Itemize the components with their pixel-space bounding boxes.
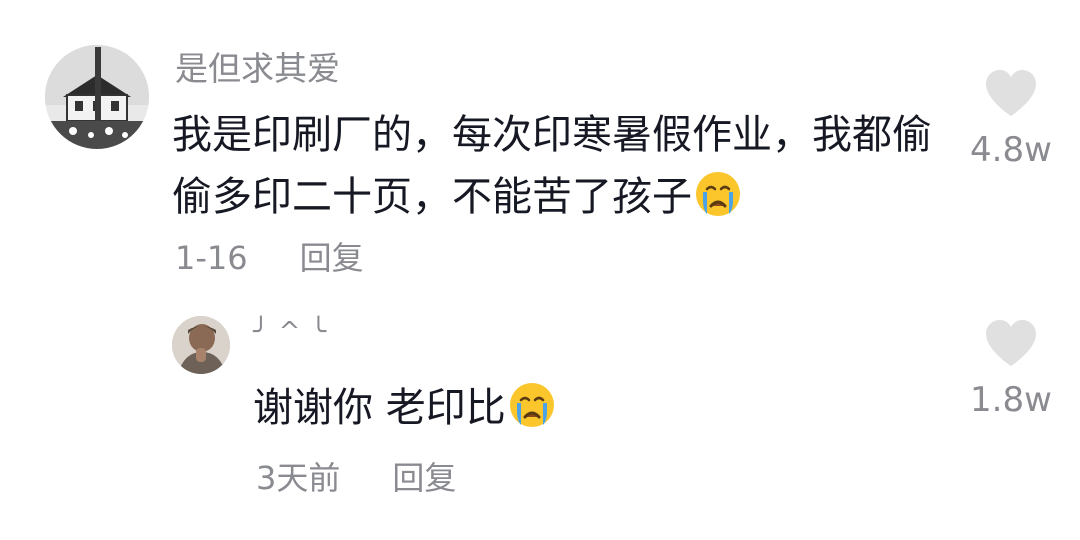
reply-text: 谢谢你 老印比 [253, 378, 556, 438]
comment-date: 1-16 [175, 239, 248, 277]
comment-username[interactable]: 是但求其爱 [175, 47, 340, 91]
heart-icon[interactable] [984, 68, 1038, 118]
comment-meta: 1-16 回复 [175, 236, 364, 280]
reply-like-count: 1.8w [970, 380, 1052, 420]
crying-face-emoji-icon [508, 381, 556, 429]
reply-meta: 3天前 回复 [256, 456, 456, 500]
reply-user-avatar[interactable] [172, 316, 230, 374]
house-photo-icon [45, 45, 149, 149]
reply-date: 3天前 [256, 459, 341, 497]
like-button[interactable]: 4.8w [965, 68, 1057, 170]
reply-text-content: 谢谢你 老印比 [253, 385, 506, 431]
reply-button[interactable]: 回复 [300, 239, 364, 277]
person-photo-icon [172, 316, 230, 374]
reply-username[interactable]: ╯^╰ [253, 314, 336, 350]
heart-icon[interactable] [984, 318, 1038, 368]
comment-text: 我是印刷厂的，每次印寒暑假作业，我都偷偷多印二十页，不能苦了孩子 [172, 104, 932, 228]
reply-button[interactable]: 回复 [392, 459, 456, 497]
crying-face-emoji-icon [694, 170, 742, 218]
comment-text-content: 我是印刷厂的，每次印寒暑假作业，我都偷偷多印二十页，不能苦了孩子 [172, 112, 932, 220]
comment-thread: 是但求其爱 我是印刷厂的，每次印寒暑假作业，我都偷偷多印二十页，不能苦了孩子 1… [0, 0, 1080, 540]
like-count: 4.8w [970, 130, 1052, 170]
reply-like-button[interactable]: 1.8w [965, 318, 1057, 420]
user-avatar[interactable] [45, 45, 149, 149]
